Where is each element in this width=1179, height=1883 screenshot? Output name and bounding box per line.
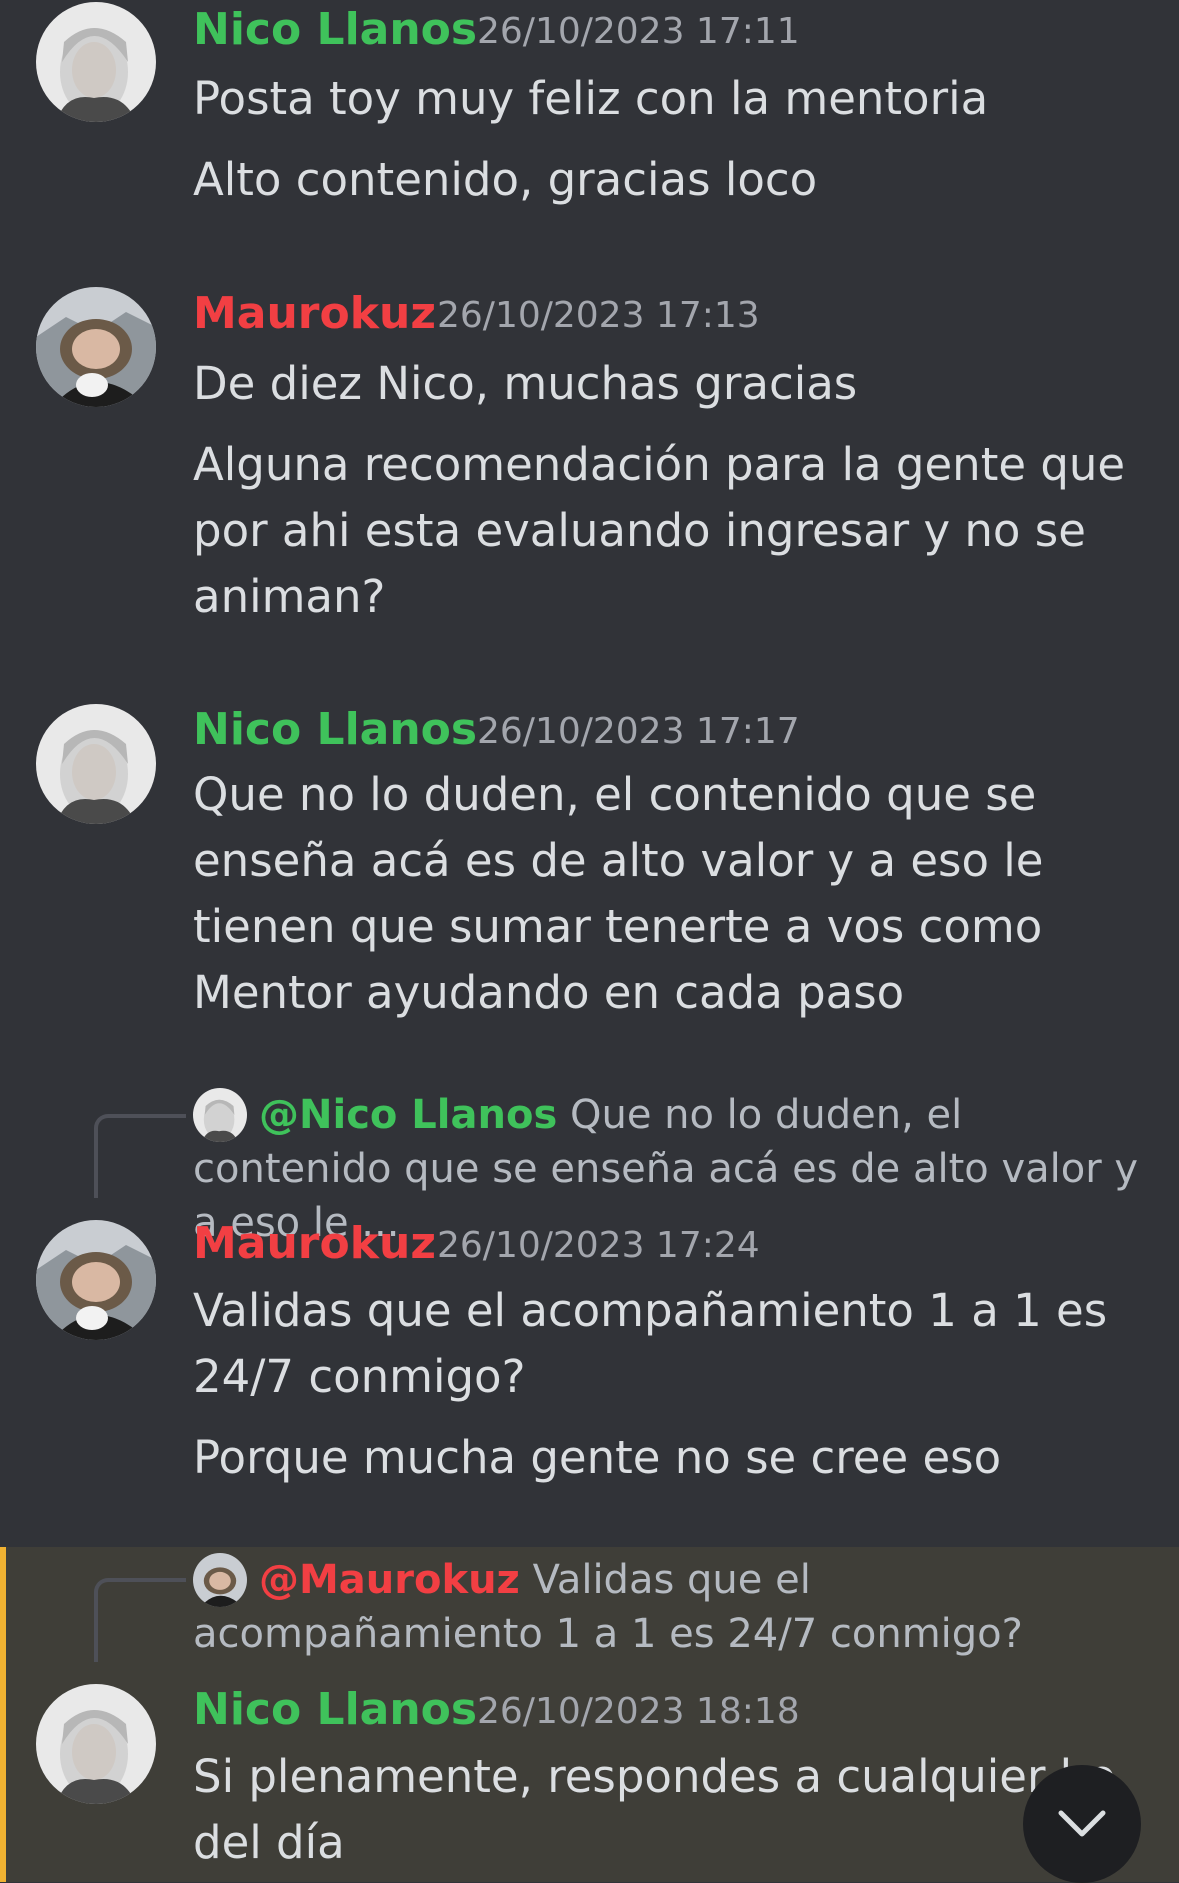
message[interactable]: Nico Llanos 26/10/2023 17:11 Posta toy m… [0, 0, 1179, 230]
reply-connector [94, 1578, 186, 1662]
message-text: Alto contenido, gracias loco [193, 153, 818, 206]
timestamp: 26/10/2023 17:17 [477, 711, 800, 752]
message-text: Porque mucha gente no se cree eso [193, 1431, 1002, 1484]
message-text: del día [193, 1816, 345, 1869]
reply-mention[interactable]: @Maurokuz [259, 1557, 520, 1603]
author-name[interactable]: Maurokuz [193, 1222, 436, 1266]
reply-connector [94, 1114, 186, 1198]
message-text: Posta toy muy feliz con la mentoria [193, 72, 989, 125]
message-text: Alguna recomendación para la gente que p… [193, 438, 1140, 623]
avatar-nico[interactable] [36, 704, 156, 824]
avatar-maurokuz[interactable] [36, 287, 156, 407]
message-text: Validas que el acompañamiento 1 a 1 es 2… [193, 1284, 1122, 1403]
jump-to-bottom-button[interactable] [1023, 1765, 1141, 1883]
timestamp: 26/10/2023 17:11 [477, 11, 800, 52]
author-name[interactable]: Nico Llanos [193, 708, 477, 752]
author-name[interactable]: Nico Llanos [193, 1688, 477, 1732]
avatar-nico[interactable] [36, 1684, 156, 1804]
timestamp: 26/10/2023 17:24 [437, 1225, 760, 1266]
message-text: Que no lo duden, el contenido que se ens… [193, 768, 1058, 1019]
author-name[interactable]: Nico Llanos [193, 8, 477, 52]
avatar-nico[interactable] [36, 2, 156, 122]
author-name[interactable]: Maurokuz [193, 292, 436, 336]
message-text: Si plenamente, respondes a cualquier ho [193, 1750, 1116, 1803]
avatar-maurokuz[interactable] [36, 1220, 156, 1340]
message-text: De diez Nico, muchas gracias [193, 357, 858, 410]
reply-preview[interactable]: @Maurokuz Validas que el acompañamiento … [193, 1553, 1153, 1661]
reply-mention[interactable]: @Nico Llanos [259, 1092, 557, 1138]
timestamp: 26/10/2023 18:18 [477, 1691, 800, 1732]
timestamp: 26/10/2023 17:13 [437, 295, 760, 336]
chevron-down-icon [1058, 1810, 1106, 1837]
